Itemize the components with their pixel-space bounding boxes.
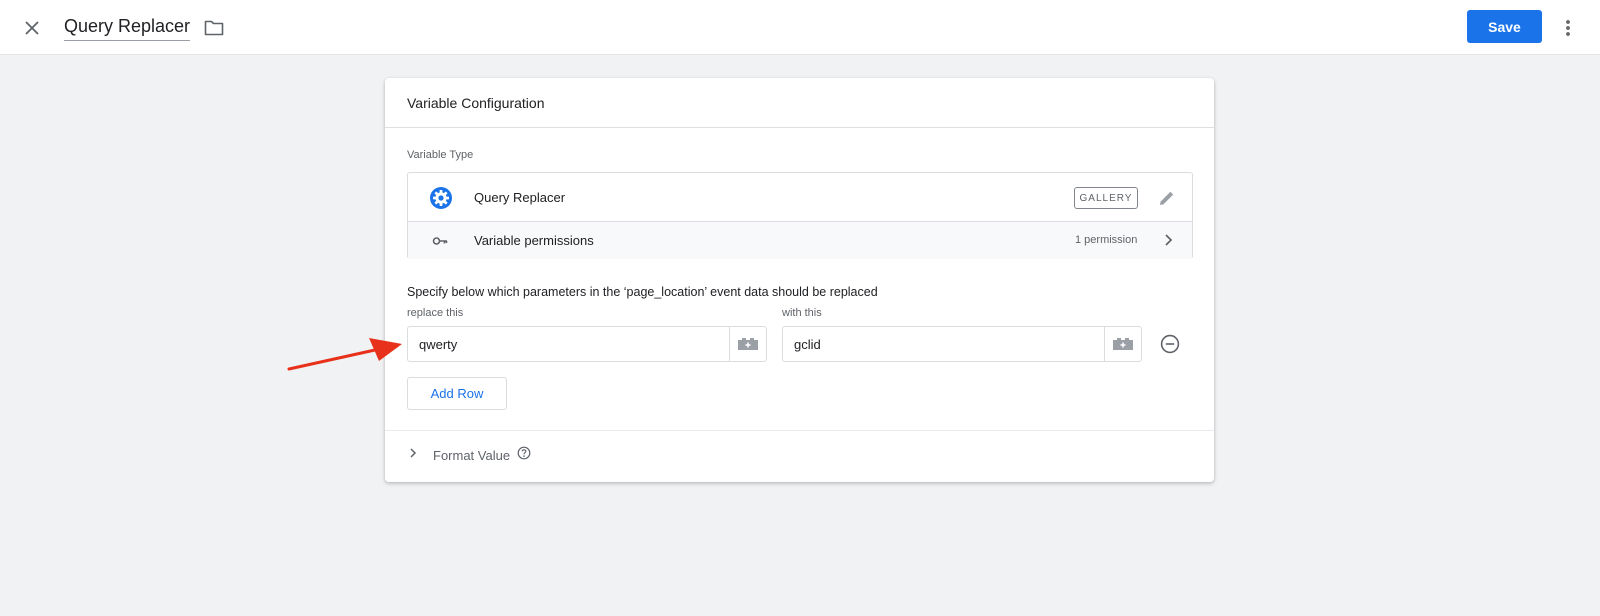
replace-this-field: [407, 326, 767, 362]
add-row-button[interactable]: Add Row: [407, 377, 507, 410]
annotation-arrow-icon: [287, 338, 402, 371]
variable-picker-icon[interactable]: [1104, 327, 1141, 361]
folder-icon[interactable]: [202, 16, 226, 40]
replace-this-input[interactable]: [408, 327, 729, 361]
replacement-instructions: Specify below which parameters in the ‘p…: [407, 285, 878, 299]
chevron-right-icon: [407, 446, 419, 464]
permissions-count: 1 permission: [1075, 234, 1138, 246]
variable-permissions-row[interactable]: Variable permissions 1 permission: [408, 222, 1192, 259]
card-title: Variable Configuration: [385, 78, 1214, 128]
page-title[interactable]: Query Replacer: [64, 15, 191, 41]
top-bar: Query Replacer Save: [0, 0, 1600, 55]
with-this-field: [782, 326, 1142, 362]
more-vert-icon[interactable]: [1556, 14, 1580, 42]
gear-icon: [429, 186, 453, 210]
key-icon: [432, 233, 448, 249]
permissions-label: Variable permissions: [474, 233, 594, 248]
remove-row-icon[interactable]: [1159, 333, 1181, 355]
close-icon[interactable]: [18, 14, 46, 42]
variable-type-row[interactable]: Query Replacer GALLERY: [408, 173, 1192, 222]
edit-icon[interactable]: [1156, 187, 1178, 209]
format-value-toggle[interactable]: Format Value: [407, 444, 531, 466]
variable-type-name: Query Replacer: [474, 190, 566, 205]
with-this-input[interactable]: [783, 327, 1104, 361]
chevron-right-icon[interactable]: [1160, 232, 1176, 248]
gallery-badge: GALLERY: [1074, 187, 1138, 209]
variable-picker-icon[interactable]: [729, 327, 766, 361]
variable-configuration-card: Variable Configuration Variable Type Que…: [385, 78, 1214, 482]
with-this-label: with this: [782, 307, 822, 319]
format-value-label: Format Value: [433, 447, 511, 463]
save-button[interactable]: Save: [1467, 10, 1542, 43]
divider: [385, 430, 1214, 431]
variable-type-label: Variable Type: [407, 149, 474, 161]
replace-this-label: replace this: [407, 307, 464, 319]
variable-type-box: Query Replacer GALLERY Variable permissi…: [407, 172, 1193, 259]
help-icon[interactable]: [517, 446, 531, 465]
